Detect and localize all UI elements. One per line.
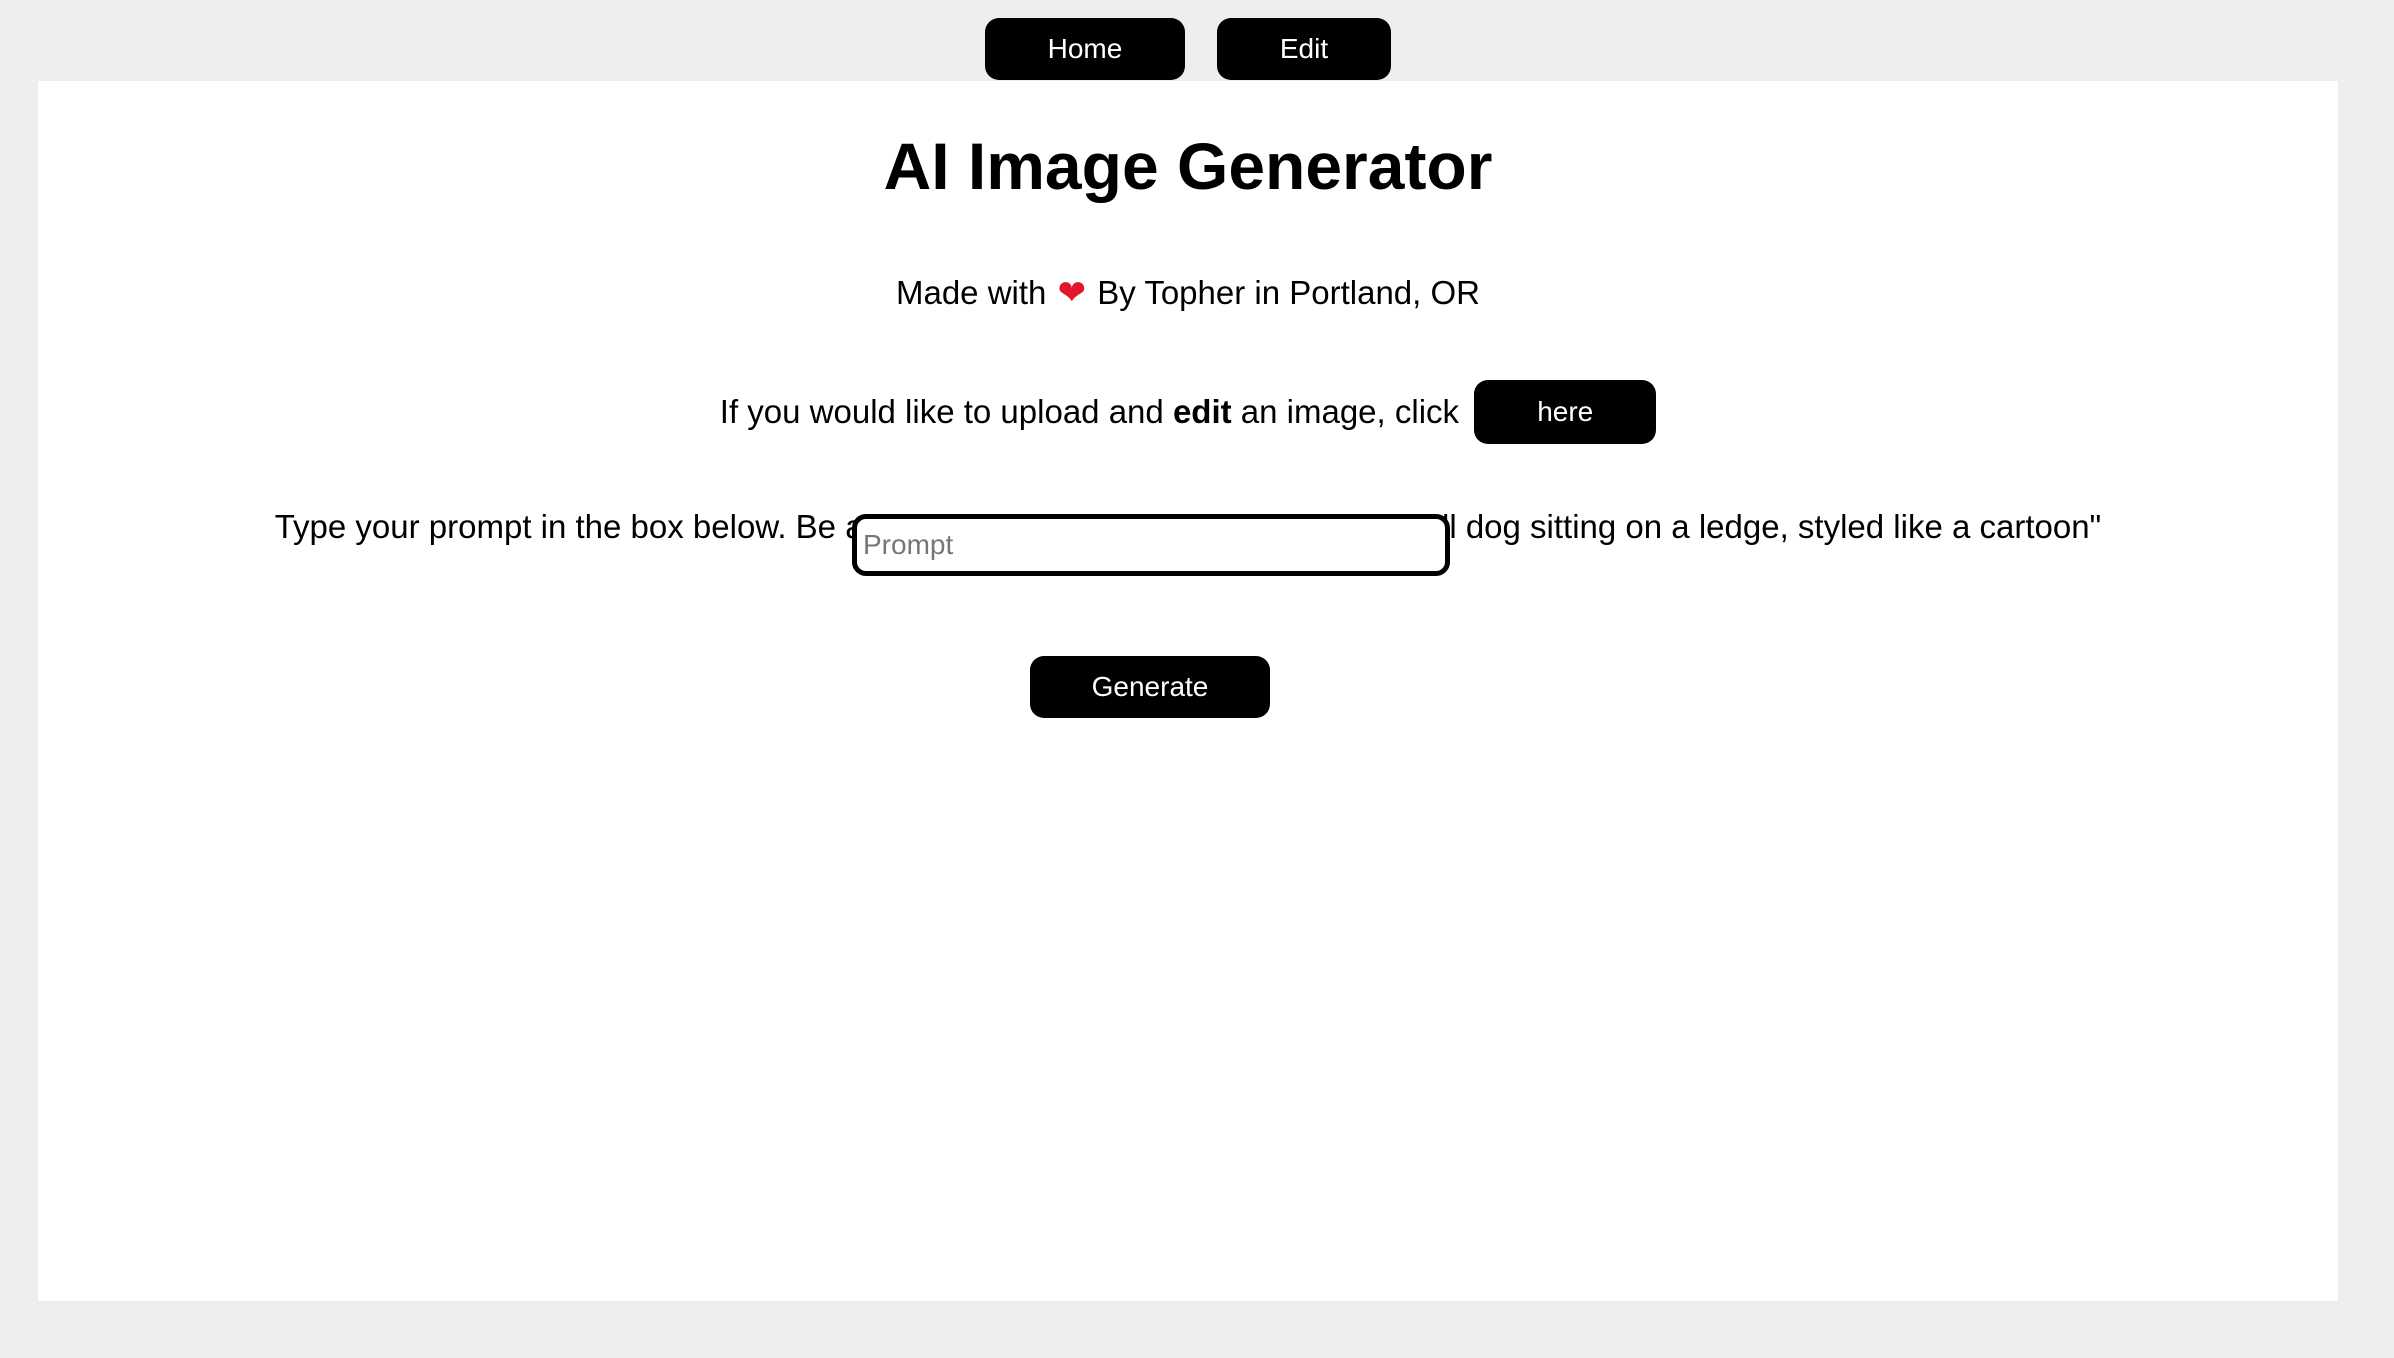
upload-bold-text: edit	[1172, 393, 1232, 430]
upload-suffix-text: an image, click	[1240, 393, 1460, 430]
upload-edit-line: If you would like to upload and edit an …	[38, 379, 2338, 445]
top-nav: Home Edit	[0, 18, 2394, 80]
generate-button[interactable]: Generate	[1030, 656, 1270, 718]
home-button[interactable]: Home	[985, 18, 1185, 80]
edit-button[interactable]: Edit	[1217, 18, 1391, 80]
credit-suffix: By Topher in Portland, OR	[1097, 274, 1480, 311]
heart-icon: ❤	[1057, 274, 1087, 312]
credit-line: Made with ❤ By Topher in Portland, OR	[38, 271, 2338, 315]
prompt-input[interactable]	[852, 514, 1450, 576]
credit-prefix: Made with	[895, 274, 1047, 311]
here-button[interactable]: here	[1474, 380, 1657, 445]
upload-prefix-text: If you would like to upload and	[719, 393, 1164, 430]
page-title: AI Image Generator	[883, 129, 1493, 203]
